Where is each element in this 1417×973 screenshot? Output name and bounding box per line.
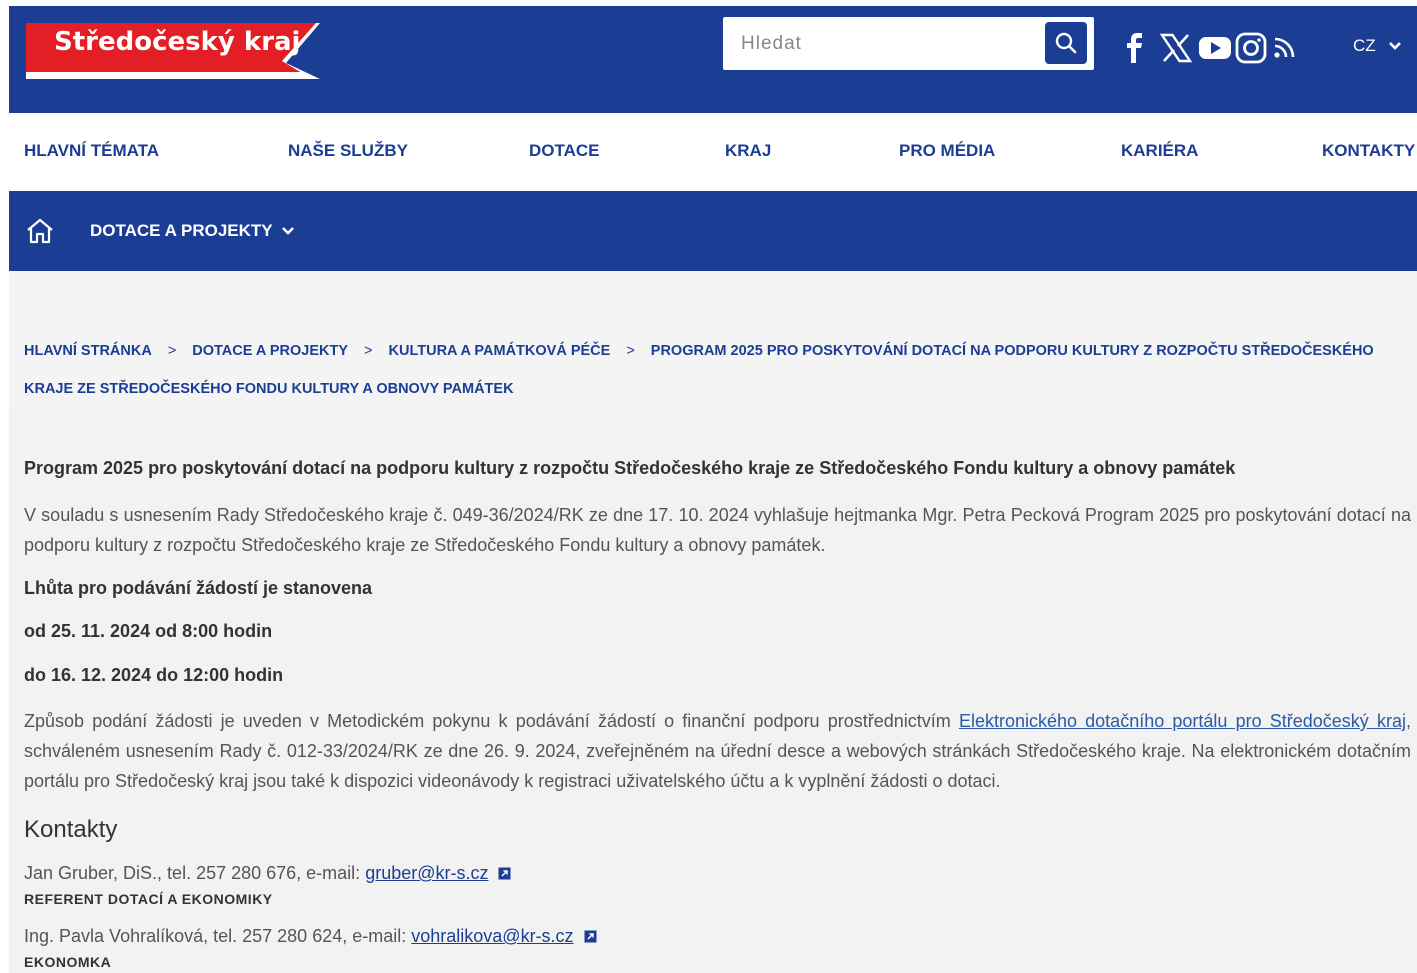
- x-icon: [1160, 33, 1192, 63]
- search-box: [723, 17, 1094, 70]
- site-logo[interactable]: Středočeský kraj: [24, 21, 324, 81]
- deadline-from: od 25. 11. 2024 od 8:00 hodin: [24, 621, 273, 641]
- subnav-label: DOTACE A PROJEKTY: [90, 221, 273, 240]
- main-content: Program 2025 pro poskytování dotací na p…: [9, 404, 1417, 973]
- contacts-heading: Kontakty: [24, 816, 118, 843]
- facebook-icon: [1127, 33, 1142, 63]
- language-label: CZ: [1353, 36, 1376, 55]
- chevron-down-icon: [281, 227, 294, 235]
- nav-item-nase-sluzby[interactable]: NAŠE SLUŽBY: [288, 141, 408, 161]
- breadcrumb-item-home[interactable]: HLAVNÍ STRÁNKA: [24, 343, 152, 359]
- site-header: Středočeský kraj Hledat CZ: [9, 6, 1417, 113]
- contact-role-vohralikova: EKONOMKA: [24, 954, 112, 970]
- search-icon: [1055, 32, 1077, 54]
- email-link-gruber[interactable]: gruber@kr-s.cz: [365, 863, 488, 883]
- section-navigation: DOTACE A PROJEKTY: [9, 191, 1417, 271]
- nav-item-kariera[interactable]: KARIÉRA: [1121, 141, 1198, 161]
- rss-link[interactable]: [1273, 30, 1295, 66]
- article-title: Program 2025 pro poskytování dotací na p…: [24, 458, 1236, 478]
- breadcrumb: HLAVNÍ STRÁNKA > DOTACE A PROJEKTY > KULTURA…: [24, 332, 1404, 408]
- external-link-icon: [584, 927, 597, 948]
- breadcrumb-item-dotace[interactable]: DOTACE A PROJEKTY: [192, 343, 348, 359]
- subnav-dotace-a-projekty[interactable]: DOTACE A PROJEKTY: [90, 221, 295, 241]
- contact-text: Jan Gruber, DiS., tel. 257 280 676, e-ma…: [24, 863, 366, 883]
- instagram-icon: [1235, 32, 1267, 64]
- search-button[interactable]: [1045, 22, 1087, 64]
- breadcrumb-separator: >: [167, 343, 177, 359]
- contact-role-gruber: REFERENT DOTACÍ A EKONOMIKY: [24, 891, 273, 907]
- breadcrumb-item-kultura[interactable]: KULTURA A PAMÁTKOVÁ PÉČE: [389, 343, 611, 359]
- method-paragraph: Způsob podání žádosti je uveden v Metodi…: [24, 706, 1411, 796]
- logo-text: Středočeský kraj: [54, 27, 301, 57]
- method-text-before: Způsob podání žádosti je uveden v Metodi…: [24, 711, 959, 731]
- home-icon: [27, 218, 53, 244]
- breadcrumb-separator: >: [626, 343, 635, 359]
- nav-item-kontakty[interactable]: KONTAKTY: [1322, 141, 1415, 161]
- breadcrumb-separator: >: [364, 343, 373, 359]
- nav-item-dotace[interactable]: DOTACE: [529, 141, 600, 161]
- youtube-icon: [1199, 37, 1231, 59]
- contact-text: Ing. Pavla Vohralíková, tel. 257 280 624…: [24, 926, 412, 946]
- x-link[interactable]: [1160, 30, 1192, 66]
- youtube-link[interactable]: [1198, 30, 1232, 66]
- portal-link[interactable]: Elektronického dotačního portálu pro Stř…: [959, 711, 1406, 731]
- article-intro: V souladu s usnesením Rady Středočeského…: [24, 505, 1411, 555]
- page-frame: Středočeský kraj Hledat CZ HLAVNÍ TÉMATA…: [9, 6, 1417, 973]
- chevron-down-icon: [1388, 42, 1401, 50]
- contact-gruber: Jan Gruber, DiS., tel. 257 280 676, e-ma…: [24, 863, 1411, 885]
- external-link-icon: [498, 864, 511, 885]
- facebook-link[interactable]: [1126, 30, 1144, 66]
- main-navigation: HLAVNÍ TÉMATA NAŠE SLUŽBY DOTACE KRAJ PR…: [9, 113, 1417, 191]
- home-button[interactable]: [25, 217, 55, 250]
- deadline-to: do 16. 12. 2024 do 12:00 hodin: [24, 665, 284, 685]
- email-link-vohralikova[interactable]: vohralikova@kr-s.cz: [411, 926, 573, 946]
- instagram-link[interactable]: [1235, 30, 1267, 66]
- rss-icon: [1274, 37, 1295, 58]
- search-input[interactable]: [723, 17, 1033, 70]
- nav-item-pro-media[interactable]: PRO MÉDIA: [899, 141, 995, 161]
- nav-item-hlavni-temata[interactable]: HLAVNÍ TÉMATA: [24, 141, 159, 161]
- nav-item-kraj[interactable]: KRAJ: [725, 141, 771, 161]
- language-selector[interactable]: CZ: [1353, 36, 1402, 56]
- deadline-heading: Lhůta pro podávání žádostí je stanovena: [24, 578, 373, 598]
- contact-vohralikova: Ing. Pavla Vohralíková, tel. 257 280 624…: [24, 926, 1411, 948]
